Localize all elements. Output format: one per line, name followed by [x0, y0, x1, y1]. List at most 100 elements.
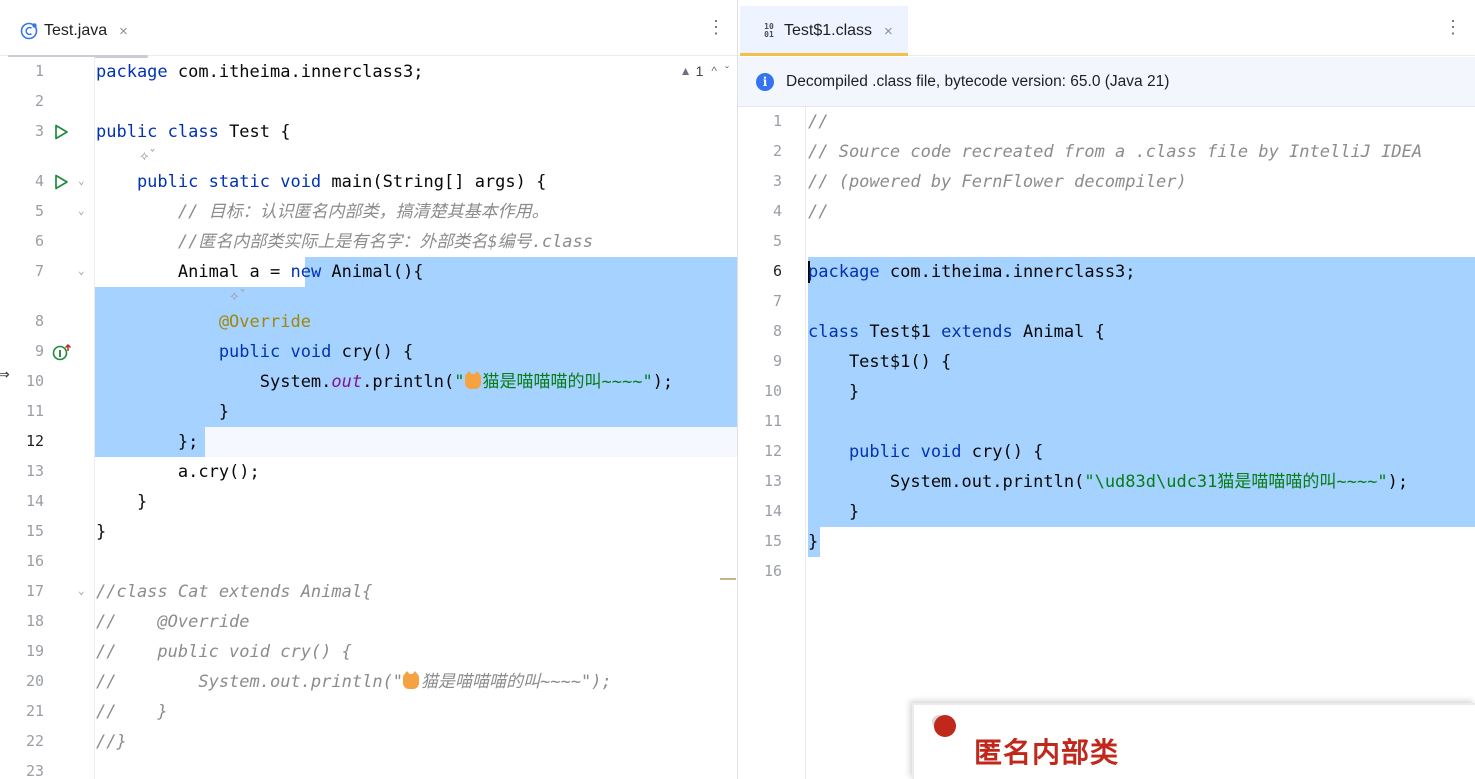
- code-text: }: [808, 382, 860, 402]
- line-number: 13: [25, 462, 44, 480]
- tab-label: Test$1.class: [784, 22, 873, 39]
- more-options-icon[interactable]: ⋮: [707, 18, 725, 36]
- code-line: 5 ⌄ // 目标：认识匿名内部类，搞清楚其基本作用。: [0, 197, 737, 227]
- code-line: 7 ⌄ Animal a = new Animal(){: [0, 257, 737, 287]
- ai-hint-icon[interactable]: ⟡ˇ: [230, 289, 246, 304]
- code-line: 10 }: [738, 377, 1475, 407]
- code-segment: System.: [96, 372, 332, 392]
- line-number: 11: [25, 402, 44, 420]
- keyword: package: [808, 262, 880, 282]
- keyword: new: [290, 262, 322, 282]
- line-number: 3: [34, 122, 44, 140]
- tab-label: Test.java: [44, 22, 108, 39]
- keyword: package: [96, 62, 168, 82]
- line-number: 6: [34, 232, 44, 250]
- code-segment: .println(: [362, 372, 455, 392]
- line-number: 10: [763, 382, 782, 400]
- code-editor[interactable]: 1 // 2 // Source code recreated from a .…: [738, 107, 1475, 779]
- code-line: 10 System.out.println(" 猫是喵喵喵的叫~~~~");: [0, 367, 737, 397]
- code-text: public void cry() {: [96, 340, 413, 364]
- left-editor-pane: Test.java × ⋮ 1 package com.itheima.inne…: [0, 0, 737, 779]
- code-line: 4 ⌄ public static void main(String[] arg…: [0, 167, 737, 197]
- more-options-icon[interactable]: ⋮: [1444, 18, 1462, 36]
- close-icon[interactable]: ×: [884, 23, 893, 40]
- code-text: public void cry() {: [808, 440, 1043, 464]
- warning-count: 1: [695, 63, 704, 79]
- code-editor[interactable]: 1 package com.itheima.innerclass3; ▲ 1 ^…: [0, 57, 737, 779]
- fold-icon[interactable]: ⌄: [78, 174, 85, 187]
- code-text: }: [96, 522, 107, 542]
- close-icon[interactable]: ×: [119, 23, 128, 40]
- lesson-caption-card: 匿名内部类: [912, 703, 1475, 779]
- right-editor-pane: 10 01 Test$1.class × ⋮ i Decompiled .clas…: [738, 0, 1475, 779]
- comment-segment: 猫是喵喵喵的叫~~~~");: [421, 672, 612, 692]
- code-text: package com.itheima.innerclass3;: [808, 260, 1136, 284]
- chevron-up-icon[interactable]: ^: [711, 64, 717, 78]
- code-text: a.cry();: [96, 462, 260, 482]
- fold-icon[interactable]: ⌄: [78, 584, 85, 597]
- comment: // @Override: [96, 612, 250, 632]
- line-number: 12: [763, 442, 782, 460]
- run-icon[interactable]: [52, 173, 70, 191]
- line-number: 5: [772, 232, 782, 250]
- line-number: 20: [25, 672, 44, 690]
- cat-emoji-icon: [464, 371, 481, 389]
- keyword: class: [808, 322, 860, 342]
- line-number: 1: [34, 62, 44, 80]
- code-line: 6 //匿名内部类实际上是有名字：外部类名$编号.class: [0, 227, 737, 257]
- code-segment: main(String[] args) {: [321, 172, 547, 192]
- line-number: 21: [25, 702, 44, 720]
- line-number: 8: [34, 312, 44, 330]
- annotation: @Override: [96, 312, 311, 332]
- line-number: 4: [772, 202, 782, 220]
- override-method-icon[interactable]: I: [52, 343, 72, 361]
- comment: //class Cat extends Animal{: [96, 582, 373, 602]
- left-tab-bar: Test.java × ⋮: [0, 0, 737, 58]
- code-line: 19 // public void cry() {: [0, 637, 737, 667]
- code-line: 3 public class Test {: [0, 117, 737, 147]
- code-segment: );: [1387, 472, 1409, 492]
- code-line: 11: [738, 407, 1475, 437]
- code-line: 7: [738, 287, 1475, 317]
- string-literal: "\ud83d\udc31猫是喵喵喵的叫~~~~": [1084, 472, 1388, 492]
- line-number: 14: [763, 502, 782, 520]
- banner-text: Decompiled .class file, bytecode version…: [786, 72, 1170, 90]
- code-line: 9 Test$1() {: [738, 347, 1475, 377]
- scrollbar-marker[interactable]: [720, 578, 736, 580]
- code-segment: com.itheima.innerclass3;: [167, 62, 424, 82]
- run-icon[interactable]: [52, 123, 70, 141]
- cat-emoji-icon: [403, 671, 420, 689]
- comment: //: [808, 202, 829, 222]
- code-line: 5: [738, 227, 1475, 257]
- tab-test-java[interactable]: Test.java ×: [0, 6, 148, 58]
- line-number: 18: [25, 612, 44, 630]
- line-number: 5: [34, 202, 44, 220]
- code-text: }: [96, 402, 230, 422]
- ai-hint-icon[interactable]: ⟡ˇ: [140, 149, 156, 164]
- svg-text:I: I: [58, 349, 62, 360]
- tab-test1-class[interactable]: 10 01 Test$1.class ×: [740, 6, 908, 56]
- inspection-widget[interactable]: ▲ 1 ^ ˇ: [672, 63, 729, 79]
- code-line: 22 //}: [0, 727, 737, 757]
- fold-icon[interactable]: ⌄: [78, 264, 85, 277]
- code-text: package com.itheima.innerclass3;: [96, 60, 424, 84]
- fold-icon[interactable]: ⌄: [78, 204, 85, 217]
- chevron-down-icon[interactable]: ˇ: [725, 64, 729, 78]
- line-number: 6: [772, 262, 782, 280]
- code-line: 6 package com.itheima.innerclass3;: [738, 257, 1475, 287]
- code-segment: System.out.println(: [808, 472, 1085, 492]
- line-number: 13: [763, 472, 782, 490]
- comment: // 目标：认识匿名内部类，搞清楚其基本作用。: [96, 202, 549, 222]
- code-line: 1 package com.itheima.innerclass3; ▲ 1 ^…: [0, 57, 737, 87]
- code-line: 14 }: [0, 487, 737, 517]
- java-class-icon: [20, 22, 38, 40]
- code-line: 9 I public void cry() {: [0, 337, 737, 367]
- code-line: 14 }: [738, 497, 1475, 527]
- comment: //: [808, 112, 829, 132]
- code-text: public class Test {: [96, 120, 290, 144]
- code-segment: cry() {: [331, 342, 414, 362]
- line-number: 15: [763, 532, 782, 550]
- caption-title: 匿名内部类: [974, 736, 1120, 769]
- line-number: 16: [763, 562, 782, 580]
- code-line: 16: [738, 557, 1475, 587]
